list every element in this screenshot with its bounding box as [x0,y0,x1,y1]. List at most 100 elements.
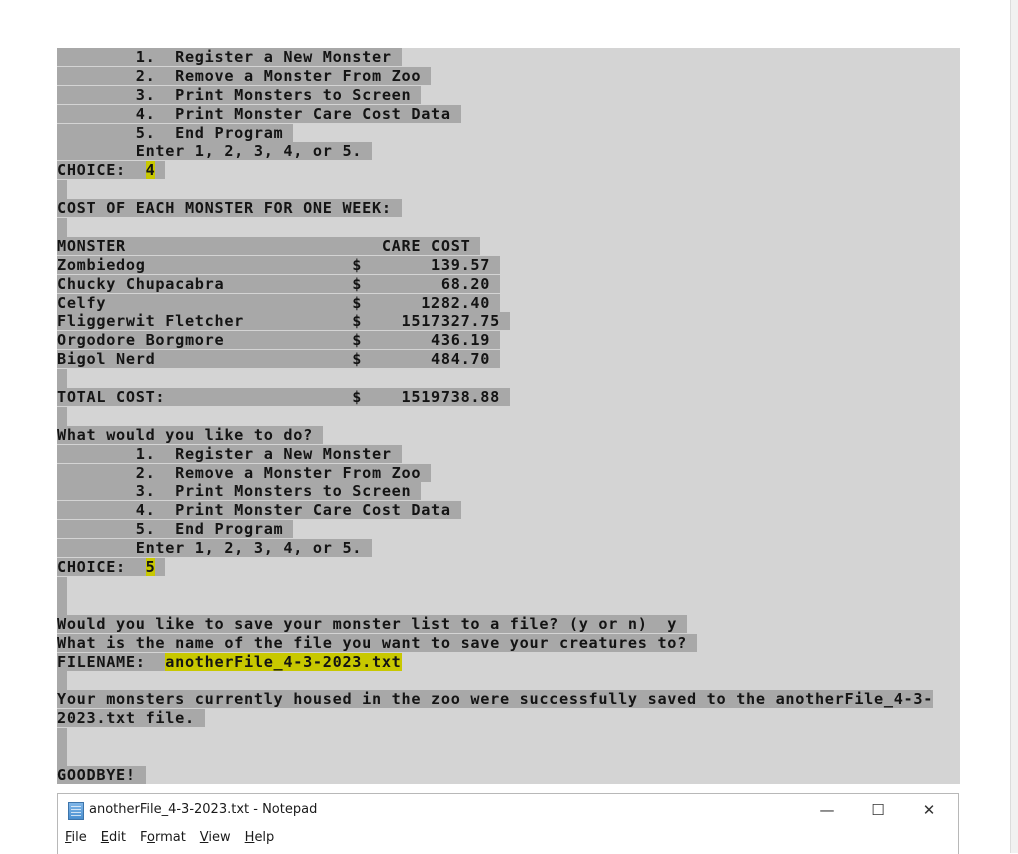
console-text: 5. End Program [57,123,294,142]
console-line: 5. End Program [57,123,960,143]
console-line: 4. Print Monster Care Cost Data [57,104,960,124]
console-text: 5. End Program [57,520,294,539]
console-text: TOTAL COST: $ 1519738.88 [57,388,510,407]
console-line: Bigol Nerd $ 484.70 [57,350,960,369]
menu-accelerator-key: E [100,830,109,845]
console-line: COST OF EACH MONSTER FOR ONE WEEK: [57,199,960,218]
console-line: CHOICE: 5 [57,558,960,577]
user-input-highlight: 4 [145,161,156,180]
console-line: Enter 1, 2, 3, 4, or 5. [57,142,960,161]
console-text: CHOICE: [57,558,146,577]
console-line: Orgodore Borgmore $ 436.19 [57,331,960,350]
console-output: 1. Register a New Monster 2. Remove a Mo… [57,48,960,784]
menu-item-edit[interactable]: Edit [94,828,133,852]
console-line [57,576,960,596]
console-text: Enter 1, 2, 3, 4, or 5. [57,142,372,161]
console-line: 4. Print Monster Care Cost Data [57,501,960,520]
console-line: Enter 1, 2, 3, 4, or 5. [57,539,960,558]
console-line: FILENAME: anotherFile_4-3-2023.txt [57,652,960,672]
console-line: 2. Remove a Monster From Zoo [57,66,960,86]
selection-margin [57,218,67,237]
console-line: 2. Remove a Monster From Zoo [57,463,960,483]
console-text: 3. Print Monsters to Screen [57,482,422,501]
console-line: Would you like to save your monster list… [57,614,960,634]
console-line [57,406,960,426]
menu-item-view[interactable]: View [193,828,238,852]
menu-accelerator-key: o [146,830,155,845]
console-text: 2. Remove a Monster From Zoo [57,66,432,85]
console-line: Chucky Chupacabra $ 68.20 [57,274,960,294]
minimize-button[interactable]: — [804,796,850,824]
console-line [57,728,960,747]
console-line [57,671,960,691]
user-input-highlight: anotherFile_4-3-2023.txt [165,652,402,671]
console-line: 2023.txt file. [57,709,960,728]
menu-label-rest: dit [109,830,126,845]
console-line [57,180,960,200]
console-text: 3. Print Monsters to Screen [57,85,422,104]
console-line: Fliggerwit Fletcher $ 1517327.75 [57,312,960,331]
console-text: 4. Print Monster Care Cost Data [57,501,461,520]
console-text: FILENAME: [57,652,166,671]
console-text: What is the name of the file you want to… [57,633,697,652]
selection-margin [57,576,67,596]
notepad-icon [68,802,84,820]
console-text: 2. Remove a Monster From Zoo [57,463,432,482]
console-text: 4. Print Monster Care Cost Data [57,104,461,123]
console-line: 1. Register a New Monster [57,444,960,464]
minimize-icon: — [819,801,835,819]
console-line: MONSTER CARE COST [57,236,960,256]
selection-margin [57,746,67,766]
console-text [155,558,166,577]
console-line: GOODBYE! [57,765,960,784]
console-text: 1. Register a New Monster [57,48,402,66]
console-line: 5. End Program [57,520,960,539]
close-button[interactable]: ✕ [906,796,952,824]
console-text: Orgodore Borgmore $ 436.19 [57,331,500,350]
console-text: GOODBYE! [57,765,146,784]
console-text: Enter 1, 2, 3, 4, or 5. [57,539,372,558]
menu-accelerator-key: H [244,830,255,845]
console-line: CHOICE: 4 [57,161,960,180]
console-line: What is the name of the file you want to… [57,633,960,653]
menu-label-rest: elp [254,830,275,845]
console-line: 3. Print Monsters to Screen [57,85,960,105]
maximize-icon: ☐ [871,801,885,819]
selection-margin [57,671,67,691]
selection-margin [57,406,67,426]
notepad-title-bar[interactable]: anotherFile_4-3-2023.txt - Notepad — ☐ ✕ [58,794,958,826]
console-line [57,369,960,389]
console-text: Chucky Chupacabra $ 68.20 [57,274,500,293]
console-window[interactable]: 1. Register a New Monster 2. Remove a Mo… [57,48,960,784]
console-line: 1. Register a New Monster [57,48,960,67]
console-line: TOTAL COST: $ 1519738.88 [57,388,960,407]
menu-label-rest: iew [208,830,231,845]
console-line: What would you like to do? [57,425,960,445]
console-line [57,746,960,766]
console-text: Celfy $ 1282.40 [57,293,500,312]
menu-label-rest: ile [71,830,87,845]
menu-item-help[interactable]: Help [238,828,282,852]
console-text: Your monsters currently housed in the zo… [57,690,934,709]
maximize-button[interactable]: ☐ [855,796,901,824]
page-scrollbar[interactable] [1010,0,1018,853]
selection-margin [57,595,67,615]
console-text: COST OF EACH MONSTER FOR ONE WEEK: [57,199,402,218]
menu-item-file[interactable]: File [58,828,94,852]
menu-label-prefix: F [139,830,147,845]
console-line: Your monsters currently housed in the zo… [57,690,960,709]
console-text: Fliggerwit Fletcher $ 1517327.75 [57,312,510,331]
console-text: Bigol Nerd $ 484.70 [57,350,500,369]
console-line [57,595,960,615]
console-text [155,161,166,180]
selection-margin [57,728,67,747]
menu-item-format[interactable]: Format [133,828,193,852]
notepad-window[interactable]: anotherFile_4-3-2023.txt - Notepad — ☐ ✕… [57,793,959,854]
console-text: 1. Register a New Monster [57,444,402,463]
console-line [57,218,960,237]
console-text: CHOICE: [57,161,146,180]
selection-margin [57,369,67,389]
console-text: 2023.txt file. [57,709,205,728]
console-text: MONSTER CARE COST [57,236,481,255]
console-text: Zombiedog $ 139.57 [57,255,500,274]
